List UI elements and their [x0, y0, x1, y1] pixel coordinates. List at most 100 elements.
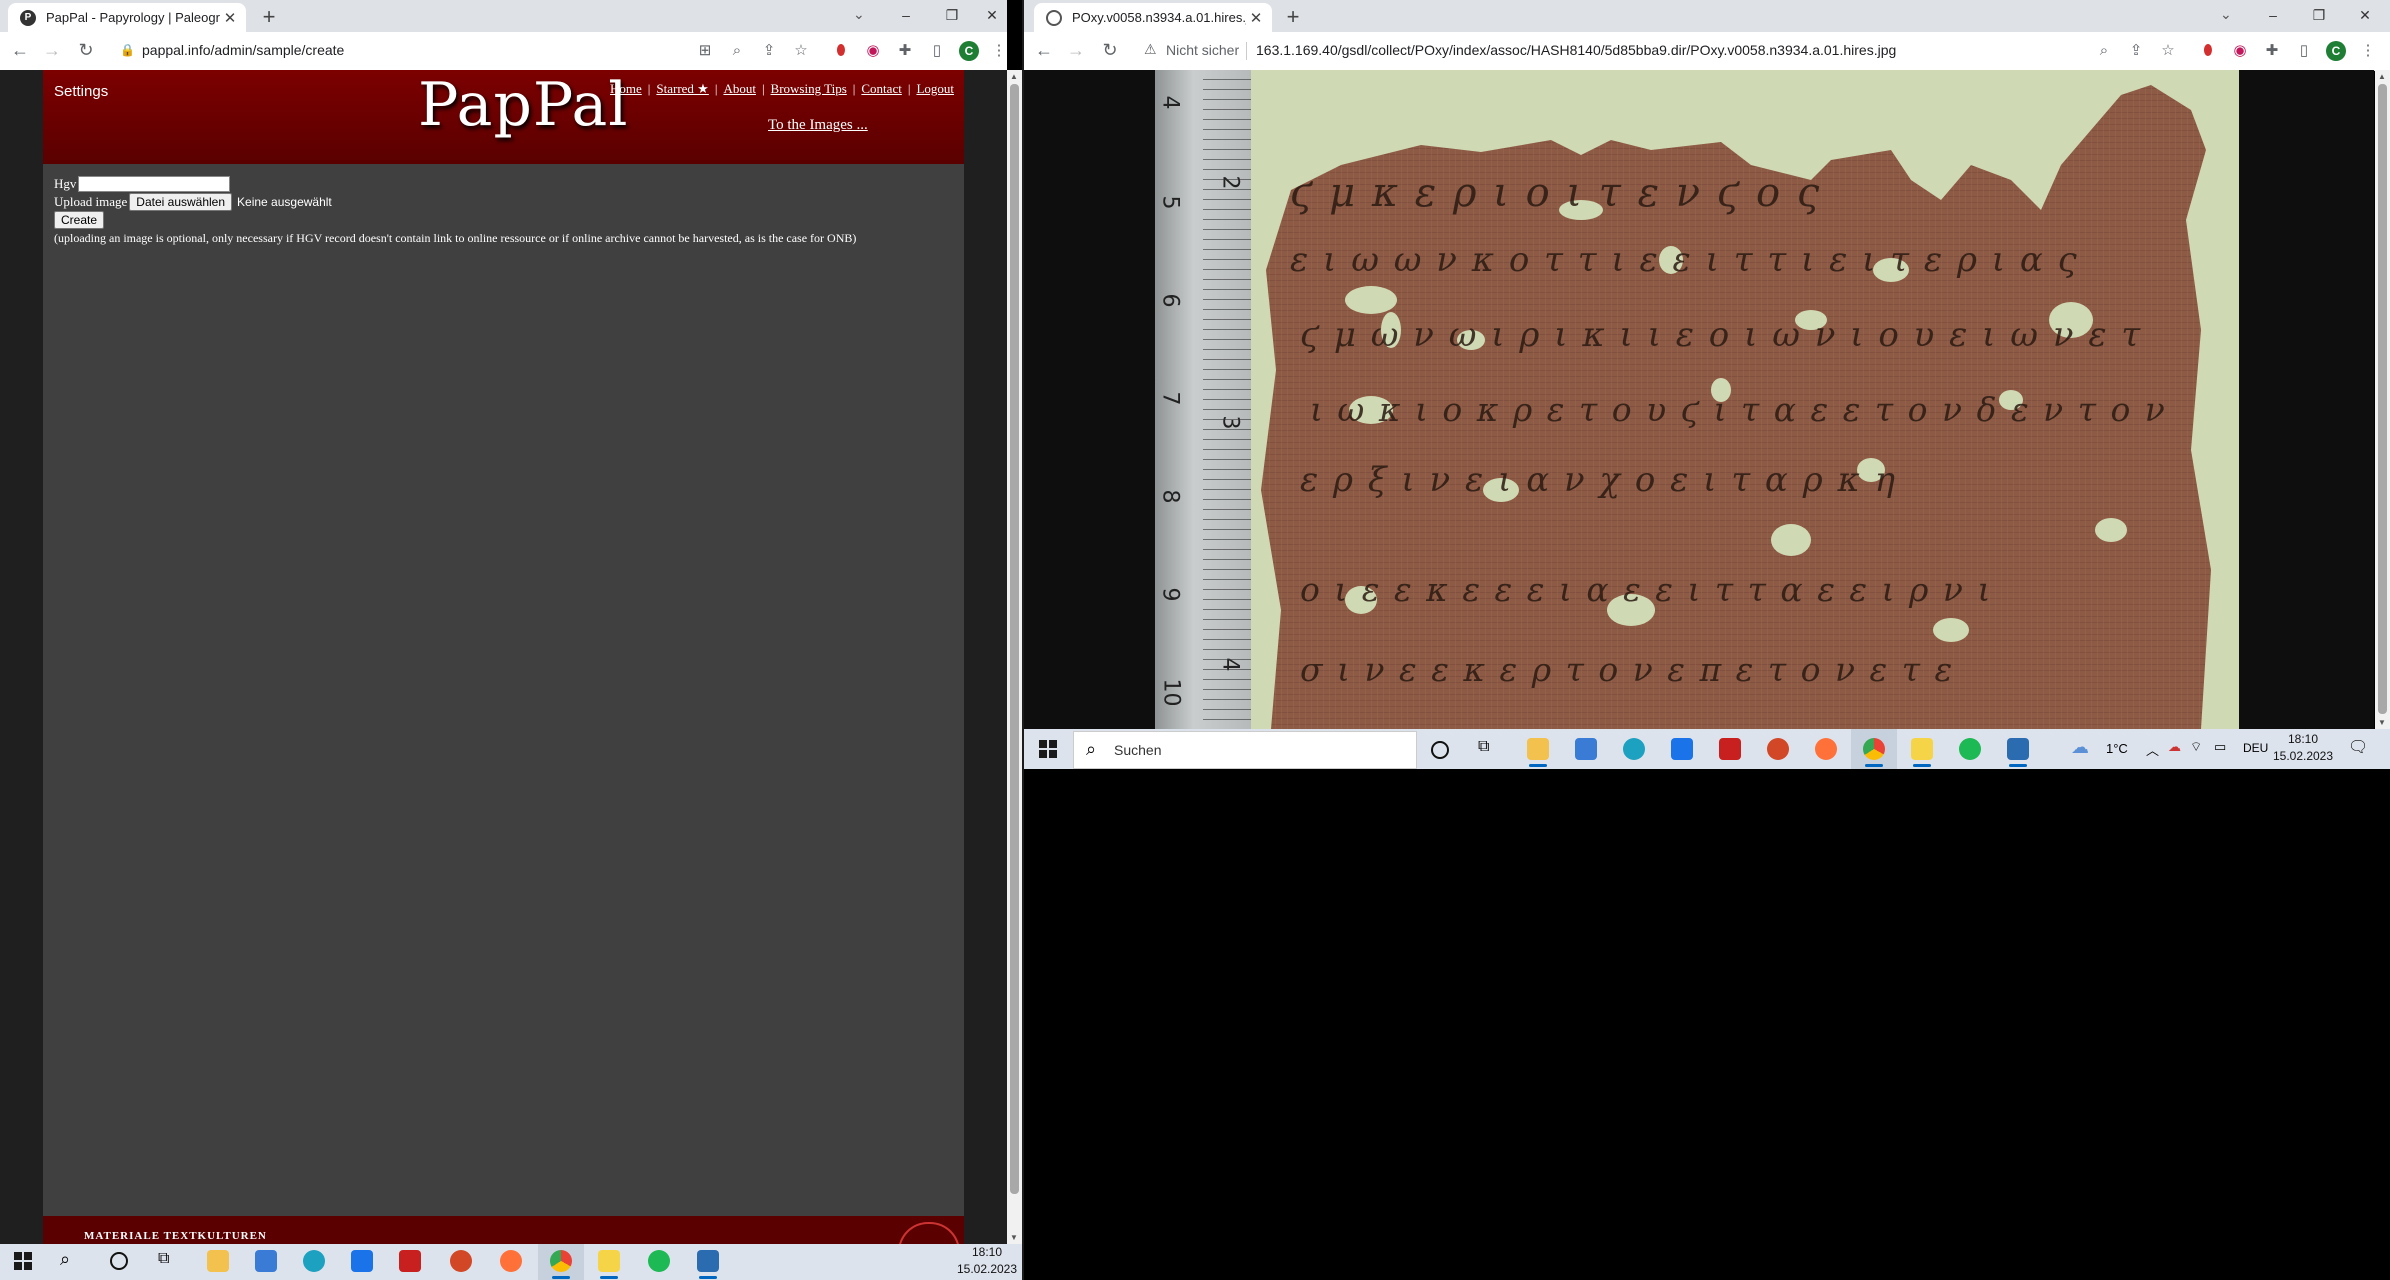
nav-browsing-tips[interactable]: Browsing Tips: [771, 81, 847, 96]
mail-icon[interactable]: [351, 1250, 373, 1272]
warning-icon[interactable]: ⚠: [1144, 41, 1157, 58]
notes-app-icon[interactable]: [1911, 738, 1933, 760]
lock-icon[interactable]: 🔒: [120, 43, 135, 57]
pappal-logo[interactable]: PapPal: [418, 70, 629, 140]
security-label[interactable]: Nicht sicher: [1166, 42, 1239, 58]
bookmark-star-icon[interactable]: ☆: [791, 41, 811, 61]
to-images-link[interactable]: To the Images ...: [768, 117, 868, 134]
create-button[interactable]: Create: [54, 211, 105, 229]
sidepanel-icon[interactable]: ▯: [2294, 41, 2314, 61]
weather-temp[interactable]: 1°C: [2106, 741, 2128, 756]
nav-starred[interactable]: Starred ★: [656, 81, 708, 96]
menu-kebab-icon[interactable]: ⋮: [989, 41, 1009, 61]
mail-icon[interactable]: [1671, 738, 1693, 760]
sidepanel-icon[interactable]: ▯: [927, 41, 947, 61]
chrome-icon[interactable]: [1863, 738, 1885, 760]
new-tab-button[interactable]: +: [1280, 4, 1306, 30]
notes-app-icon[interactable]: [598, 1250, 620, 1272]
spotify-icon[interactable]: [648, 1250, 670, 1272]
weather-icon[interactable]: ☁: [2071, 737, 2089, 758]
choose-file-button[interactable]: Datei auswählen: [129, 193, 233, 211]
notification-icon[interactable]: 🗨: [2348, 737, 2368, 757]
close-tab-icon[interactable]: ✕: [220, 9, 240, 27]
start-icon[interactable]: [1039, 740, 1057, 758]
minimize-button[interactable]: –: [2250, 0, 2296, 32]
tab-search-icon[interactable]: ⌄: [853, 6, 865, 23]
extension-red-icon[interactable]: ⬮: [831, 41, 851, 61]
extension-red-icon[interactable]: ⬮: [2198, 41, 2218, 61]
minimize-button[interactable]: –: [883, 0, 929, 32]
photos-icon[interactable]: [697, 1250, 719, 1272]
right-clock[interactable]: 18:10 15.02.2023: [2268, 731, 2338, 765]
extensions-puzzle-icon[interactable]: ✚: [2262, 41, 2282, 61]
share-icon[interactable]: ⇪: [2126, 41, 2146, 61]
zoom-icon[interactable]: ⌕: [727, 41, 747, 61]
tray-chevron-icon[interactable]: ︿: [2146, 740, 2159, 759]
restore-button[interactable]: ❐: [929, 0, 975, 32]
language-indicator[interactable]: DEU: [2243, 741, 2268, 755]
forward-icon[interactable]: →: [40, 40, 64, 61]
left-vertical-scrollbar[interactable]: ▲ ▼: [1007, 70, 1022, 1244]
firefox-icon[interactable]: [500, 1250, 522, 1272]
scroll-thumb[interactable]: [2378, 84, 2387, 714]
left-clock[interactable]: 18:10 15.02.2023: [952, 1244, 1022, 1278]
reload-icon[interactable]: ↻: [74, 40, 98, 61]
close-tab-icon[interactable]: ✕: [1246, 9, 1266, 27]
close-button[interactable]: ✕: [2342, 0, 2388, 32]
search-icon[interactable]: ⌕: [60, 1249, 70, 1270]
extension-ublock-icon[interactable]: ◉: [863, 41, 883, 61]
right-url-field[interactable]: 163.1.169.40/gsdl/collect/POxy/index/ass…: [1256, 42, 1896, 58]
nav-home[interactable]: Home: [610, 81, 642, 96]
photos-icon[interactable]: [2007, 738, 2029, 760]
acrobat-icon[interactable]: [399, 1250, 421, 1272]
scroll-up-icon[interactable]: ▲: [1010, 72, 1018, 81]
zoom-icon[interactable]: ⌕: [2094, 41, 2114, 61]
restore-button[interactable]: ❐: [2296, 0, 2342, 32]
battery-icon[interactable]: ▭: [2214, 739, 2226, 755]
extensions-puzzle-icon[interactable]: ✚: [895, 41, 915, 61]
left-url-field[interactable]: pappal.info/admin/sample/create: [142, 42, 344, 58]
spotify-icon[interactable]: [1959, 738, 1981, 760]
right-vertical-scrollbar[interactable]: ▲ ▼: [2375, 70, 2390, 729]
firefox-icon[interactable]: [1815, 738, 1837, 760]
powerpoint-icon[interactable]: [1767, 738, 1789, 760]
start-icon[interactable]: [14, 1252, 32, 1270]
scroll-down-icon[interactable]: ▼: [1010, 1233, 1018, 1242]
wifi-icon[interactable]: ⌔: [2190, 739, 2202, 755]
right-tab[interactable]: POxy.v0058.n3934.a.01.hires.jpg ✕: [1034, 3, 1272, 32]
cortana-icon[interactable]: [110, 1252, 128, 1270]
cortana-icon[interactable]: [1431, 741, 1449, 759]
task-view-icon[interactable]: ⧉: [158, 1250, 169, 1268]
extension-ublock-icon[interactable]: ◉: [2230, 41, 2250, 61]
tab-search-icon[interactable]: ⌄: [2220, 6, 2232, 23]
scroll-thumb[interactable]: [1010, 84, 1019, 1194]
file-explorer-icon[interactable]: [207, 1250, 229, 1272]
translate-icon[interactable]: ⊞: [695, 41, 715, 61]
menu-kebab-icon[interactable]: ⋮: [2358, 41, 2378, 61]
task-view-icon[interactable]: ⧉: [1478, 738, 1489, 756]
chrome-icon[interactable]: [550, 1250, 572, 1272]
edge-icon[interactable]: [1623, 738, 1645, 760]
profile-avatar[interactable]: C: [959, 41, 979, 61]
nav-contact[interactable]: Contact: [861, 81, 901, 96]
profile-avatar[interactable]: C: [2326, 41, 2346, 61]
file-explorer-icon[interactable]: [1527, 738, 1549, 760]
nav-logout[interactable]: Logout: [916, 81, 954, 96]
settings-link[interactable]: Settings: [54, 83, 108, 100]
bookmark-star-icon[interactable]: ☆: [2158, 41, 2178, 61]
left-tab[interactable]: P PapPal - Papyrology | Paleograph ✕: [8, 3, 246, 32]
back-icon[interactable]: ←: [1032, 40, 1056, 61]
forward-icon[interactable]: →: [1064, 40, 1088, 61]
nav-about[interactable]: About: [723, 81, 756, 96]
close-button[interactable]: ✕: [975, 0, 1009, 32]
edge-icon[interactable]: [303, 1250, 325, 1272]
back-icon[interactable]: ←: [8, 40, 32, 61]
store-icon[interactable]: [255, 1250, 277, 1272]
powerpoint-icon[interactable]: [450, 1250, 472, 1272]
scroll-up-icon[interactable]: ▲: [2378, 72, 2386, 81]
new-tab-button[interactable]: +: [256, 4, 282, 30]
taskbar-search-box[interactable]: ⌕ Suchen: [1073, 731, 1417, 769]
share-icon[interactable]: ⇪: [759, 41, 779, 61]
reload-icon[interactable]: ↻: [1098, 40, 1122, 61]
hgv-input[interactable]: [78, 176, 231, 192]
